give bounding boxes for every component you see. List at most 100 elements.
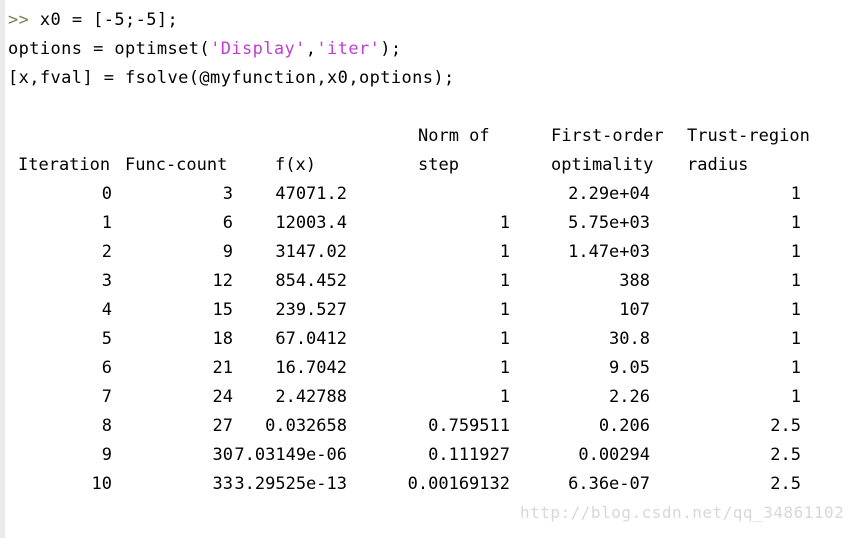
cell-func-count: 30 <box>212 445 233 465</box>
cell-step: 0.111927 <box>428 445 510 465</box>
table-row: 10 33 3.29525e-13 0.00169132 6.36e-07 2.5 <box>5 470 849 499</box>
cell-func-count: 9 <box>222 242 233 262</box>
console-content: >> x0 = [-5;-5]; options = optimset('Dis… <box>5 0 849 538</box>
table-row: 9 30 7.03149e-06 0.111927 0.00294 2.5 <box>5 441 849 470</box>
table-row: 4 15 239.527 1 107 1 <box>5 296 849 325</box>
header-fx: f(x) <box>275 155 316 175</box>
cell-step: 1 <box>499 271 510 291</box>
cell-radius: 1 <box>790 358 801 378</box>
cell-fx: 67.0412 <box>275 329 347 349</box>
cell-iteration: 1 <box>101 213 112 233</box>
prompt-symbol: >> <box>8 10 30 30</box>
header-radius-top: Trust-region <box>687 126 810 146</box>
cell-optimality: 0.00294 <box>578 445 650 465</box>
cell-iteration: 9 <box>101 445 112 465</box>
cell-iteration: 2 <box>101 242 112 262</box>
cell-optimality: 6.36e-07 <box>568 474 650 494</box>
cell-iteration: 3 <box>101 271 112 291</box>
cell-fx: 7.03149e-06 <box>234 445 347 465</box>
cell-radius: 1 <box>790 387 801 407</box>
matlab-command-window[interactable]: >> x0 = [-5;-5]; options = optimset('Dis… <box>0 0 849 538</box>
cell-fx: 3147.02 <box>275 242 347 262</box>
cell-func-count: 24 <box>212 387 233 407</box>
cell-step: 0.00169132 <box>407 474 510 494</box>
cell-fx: 16.7042 <box>275 358 347 378</box>
cell-radius: 1 <box>790 271 801 291</box>
cell-radius: 1 <box>790 213 801 233</box>
cell-iteration: 7 <box>101 387 112 407</box>
string-literal-display: 'Display' <box>210 39 306 59</box>
command-lines: >> x0 = [-5;-5]; options = optimset('Dis… <box>5 6 849 93</box>
cell-radius: 1 <box>790 242 801 262</box>
table-header-row-top: Norm of First-order Trust-region <box>5 122 849 151</box>
command-line-1-text: x0 = [-5;-5]; <box>29 10 179 30</box>
cell-radius: 2.5 <box>770 416 801 436</box>
table-row: 6 21 16.7042 1 9.05 1 <box>5 354 849 383</box>
cell-fx: 854.452 <box>275 271 347 291</box>
cell-step: 1 <box>499 329 510 349</box>
cell-optimality: 9.05 <box>609 358 650 378</box>
header-func-count: Func-count <box>125 155 228 175</box>
cell-optimality: 388 <box>619 271 650 291</box>
cell-optimality: 1.47e+03 <box>568 242 650 262</box>
cell-optimality: 2.26 <box>609 387 650 407</box>
cell-step: 1 <box>499 242 510 262</box>
cell-iteration: 10 <box>91 474 112 494</box>
table-rows: 0 3 47071.2 2.29e+04 1 1 6 12003.4 1 5.75e+03 1 2 9 3… <box>5 180 849 499</box>
table-row: 3 12 854.452 1 388 1 <box>5 267 849 296</box>
cell-func-count: 27 <box>212 416 233 436</box>
table-row: 7 24 2.42788 1 2.26 1 <box>5 383 849 412</box>
cell-step: 1 <box>499 387 510 407</box>
cell-iteration: 6 <box>101 358 112 378</box>
cell-optimality: 0.206 <box>598 416 650 436</box>
table-row: 1 6 12003.4 1 5.75e+03 1 <box>5 209 849 238</box>
cell-func-count: 33 <box>212 474 233 494</box>
command-line-2[interactable]: options = optimset('Display','iter'); <box>5 35 849 64</box>
cell-step: 0.759511 <box>428 416 510 436</box>
table-row: 5 18 67.0412 1 30.8 1 <box>5 325 849 354</box>
table-row: 2 9 3147.02 1 1.47e+03 1 <box>5 238 849 267</box>
cell-func-count: 21 <box>212 358 233 378</box>
cell-optimality: 5.75e+03 <box>568 213 650 233</box>
cell-radius: 2.5 <box>770 445 801 465</box>
command-line-2-suffix: ); <box>380 39 402 59</box>
cell-optimality: 107 <box>619 300 650 320</box>
command-line-3[interactable]: [x,fval] = fsolve(@myfunction,x0,options… <box>5 64 849 93</box>
command-line-1[interactable]: >> x0 = [-5;-5]; <box>5 6 849 35</box>
cell-func-count: 15 <box>212 300 233 320</box>
cell-iteration: 0 <box>101 184 112 204</box>
watermark: http://blog.csdn.net/qq_34861102 <box>520 503 845 522</box>
cell-optimality: 30.8 <box>609 329 650 349</box>
header-optimality-top: First-order <box>551 126 664 146</box>
cell-radius: 1 <box>790 300 801 320</box>
header-step: step <box>418 155 459 175</box>
iteration-table: Norm of First-order Trust-region Iterati… <box>5 122 849 499</box>
cell-optimality: 2.29e+04 <box>568 184 650 204</box>
table-row: 8 27 0.032658 0.759511 0.206 2.5 <box>5 412 849 441</box>
cell-func-count: 3 <box>222 184 233 204</box>
command-line-2-comma: , <box>305 39 317 59</box>
cell-radius: 1 <box>790 184 801 204</box>
cell-iteration: 8 <box>101 416 112 436</box>
string-literal-iter: 'iter' <box>316 39 381 59</box>
table-row: 0 3 47071.2 2.29e+04 1 <box>5 180 849 209</box>
cell-radius: 2.5 <box>770 474 801 494</box>
cell-func-count: 6 <box>222 213 233 233</box>
table-header-row-bottom: Iteration Func-count f(x) step optimalit… <box>5 151 849 180</box>
cell-fx: 3.29525e-13 <box>234 474 347 494</box>
header-iteration: Iteration <box>18 155 111 175</box>
cell-iteration: 4 <box>101 300 112 320</box>
cell-step: 1 <box>499 358 510 378</box>
cell-iteration: 5 <box>101 329 112 349</box>
cell-func-count: 18 <box>212 329 233 349</box>
cell-fx: 0.032658 <box>265 416 347 436</box>
header-radius: radius <box>687 155 749 175</box>
cell-fx: 239.527 <box>275 300 347 320</box>
cell-step: 1 <box>499 300 510 320</box>
cell-fx: 47071.2 <box>275 184 347 204</box>
cell-func-count: 12 <box>212 271 233 291</box>
cell-fx: 2.42788 <box>275 387 347 407</box>
command-line-3-text: [x,fval] = fsolve(@myfunction,x0,options… <box>8 68 455 88</box>
header-optimality: optimality <box>551 155 654 175</box>
cell-fx: 12003.4 <box>275 213 347 233</box>
